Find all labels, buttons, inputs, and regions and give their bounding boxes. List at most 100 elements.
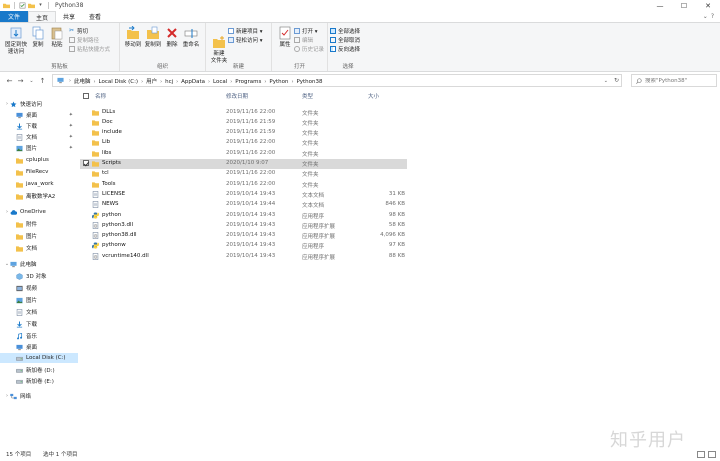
breadcrumb-separator[interactable]: › — [208, 79, 210, 85]
tab-view[interactable]: 查看 — [82, 11, 108, 22]
collapse-ribbon-icon[interactable]: ⌄ — [703, 13, 708, 20]
address-bar[interactable]: › 此电脑 › Local Disk (C:) › 用户 › hcj › AppData › Loc… — [52, 74, 622, 87]
nav-item[interactable]: 新加卷 (D:) — [0, 365, 78, 375]
breadcrumb-separator[interactable]: › — [264, 79, 266, 85]
paste-button[interactable]: 粘贴 — [44, 26, 70, 49]
breadcrumb-item[interactable]: 用户 — [146, 77, 157, 85]
nav-item[interactable]: 图片 — [0, 231, 78, 241]
file-row[interactable]: tcl 2019/11/16 22:00 文件夹 — [80, 169, 407, 179]
nav-item[interactable]: ⌄ 此电脑 — [0, 259, 78, 269]
file-row[interactable]: Doc 2019/11/16 21:59 文件夹 — [80, 117, 407, 127]
address-dropdown-icon[interactable]: ⌄ — [604, 78, 608, 84]
maximize-button[interactable]: ☐ — [672, 0, 696, 11]
tab-share[interactable]: 共享 — [56, 11, 82, 22]
open-button[interactable]: 打开 ▾ — [294, 27, 318, 35]
nav-item[interactable]: › 快速访问 — [0, 99, 78, 109]
breadcrumb-separator[interactable]: › — [94, 79, 96, 85]
nav-item[interactable]: java_work — [0, 179, 78, 189]
nav-item[interactable]: 桌面 ✦ — [0, 110, 78, 120]
edit-button[interactable]: 编辑 — [294, 36, 313, 44]
file-row[interactable]: pythonw 2019/10/14 19:43 应用程序 97 KB — [80, 241, 407, 251]
file-row[interactable]: python 2019/10/14 19:43 应用程序 98 KB — [80, 210, 407, 220]
breadcrumb-item[interactable]: 此电脑 — [74, 77, 91, 85]
nav-item[interactable]: 音乐 — [0, 331, 78, 341]
history-button[interactable]: 历史记录 — [294, 45, 324, 53]
select-none-button[interactable]: 全部取消 — [330, 36, 360, 44]
search-input[interactable] — [645, 77, 715, 84]
minimize-button[interactable]: — — [648, 0, 672, 11]
nav-item[interactable]: 桌面 — [0, 342, 78, 352]
qat-dropdown-icon[interactable]: ▾ — [37, 2, 44, 9]
nav-item[interactable]: 3D 对象 — [0, 271, 78, 281]
file-row[interactable]: Scripts 2020/1/10 9:07 文件夹 — [80, 158, 407, 169]
back-button[interactable]: ← — [4, 74, 15, 87]
nav-item[interactable]: cpluplus — [0, 155, 78, 165]
file-row[interactable]: libs 2019/11/16 22:00 文件夹 — [80, 148, 407, 158]
file-row[interactable]: Lib 2019/11/16 22:00 文件夹 — [80, 138, 407, 148]
nav-item[interactable]: 文档 — [0, 307, 78, 317]
nav-item[interactable]: 附件 — [0, 219, 78, 229]
breadcrumb-item[interactable]: Local Disk (C:) — [99, 79, 139, 85]
forward-button[interactable]: → — [15, 74, 26, 87]
file-row[interactable]: NEWS 2019/10/14 19:44 文本文档 846 KB — [80, 200, 407, 210]
breadcrumb-separator[interactable]: › — [230, 79, 232, 85]
select-all-button[interactable]: 全部选择 — [330, 27, 360, 35]
breadcrumb-item[interactable]: AppData — [181, 79, 205, 85]
recent-locations-button[interactable]: ⌄ — [26, 74, 37, 87]
file-row[interactable]: Tools 2019/11/16 22:00 文件夹 — [80, 179, 407, 189]
file-row[interactable]: python3.dll 2019/10/14 19:43 应用程序扩展 58 KB — [80, 220, 407, 230]
nav-item[interactable]: 文档 ✦ — [0, 132, 78, 142]
breadcrumb-separator[interactable]: › — [176, 79, 178, 85]
select-all-checkbox[interactable] — [83, 92, 89, 99]
nav-item[interactable]: 视频 — [0, 283, 78, 293]
help-icon[interactable]: ? — [711, 13, 714, 20]
file-row[interactable]: python38.dll 2019/10/14 19:43 应用程序扩展 4,096 … — [80, 231, 407, 241]
file-row[interactable]: vcruntime140.dll 2019/10/14 19:43 应用程序扩展 88… — [80, 251, 407, 261]
nav-item[interactable]: FileRecv — [0, 167, 78, 177]
breadcrumb-item[interactable]: hcj — [165, 79, 173, 85]
tab-home[interactable]: 主页 — [28, 11, 57, 22]
rename-button[interactable]: 重命名 — [178, 26, 204, 49]
tab-file[interactable]: 文件 — [0, 11, 29, 22]
breadcrumb-item[interactable]: Local — [213, 79, 227, 85]
invert-selection-button[interactable]: 反向选择 — [330, 45, 360, 53]
new-item-button[interactable]: 新建项目 ▾ — [228, 27, 263, 35]
column-type[interactable]: 类型 — [302, 92, 313, 100]
column-name[interactable]: 名称 — [95, 92, 106, 100]
up-button[interactable]: ↑ — [37, 74, 48, 87]
refresh-icon[interactable]: ↻ — [614, 77, 619, 84]
breadcrumb-separator[interactable]: › — [160, 79, 162, 85]
new-group-label: 新建 — [232, 64, 244, 70]
new-folder-icon[interactable] — [28, 2, 35, 9]
nav-item[interactable]: 下载 — [0, 319, 78, 329]
breadcrumb-separator[interactable]: › — [141, 79, 143, 85]
large-icons-view-icon[interactable] — [708, 450, 716, 458]
nav-item[interactable]: Local Disk (C:) — [0, 353, 78, 363]
properties-icon[interactable] — [19, 2, 26, 9]
close-button[interactable]: ✕ — [696, 0, 720, 11]
breadcrumb-item[interactable]: Programs — [235, 79, 261, 85]
file-row[interactable]: DLLs 2019/11/16 22:00 文件夹 — [80, 107, 407, 117]
nav-item[interactable]: 下载 ✦ — [0, 121, 78, 131]
column-size[interactable]: 大小 — [368, 92, 379, 100]
breadcrumb-item[interactable]: Python — [269, 79, 288, 85]
file-row[interactable]: include 2019/11/16 21:59 文件夹 — [80, 128, 407, 138]
nav-item[interactable]: › OneDrive — [0, 207, 78, 217]
easy-access-button[interactable]: 轻松访问 ▾ — [228, 36, 263, 44]
details-view-icon[interactable] — [697, 450, 705, 458]
row-checkbox[interactable] — [83, 160, 89, 166]
nav-item[interactable]: › 网络 — [0, 391, 78, 401]
nav-item[interactable]: 文档 — [0, 243, 78, 253]
breadcrumb-item[interactable]: Python38 — [296, 79, 322, 85]
paste-shortcut-button[interactable]: 粘贴快捷方式 — [69, 45, 110, 53]
cut-button[interactable]: ✂ 剪切 — [69, 27, 88, 36]
search-box[interactable] — [631, 74, 717, 87]
nav-item[interactable]: 图片 — [0, 295, 78, 305]
column-date[interactable]: 修改日期 — [226, 92, 248, 100]
file-row[interactable]: LICENSE 2019/10/14 19:43 文本文档 31 KB — [80, 189, 407, 199]
nav-item[interactable]: 离散数学A2 — [0, 191, 78, 201]
breadcrumb-separator[interactable]: › — [291, 79, 293, 85]
copy-path-button[interactable]: 复制路径 — [69, 36, 99, 44]
nav-item[interactable]: 新加卷 (E:) — [0, 376, 78, 386]
nav-item[interactable]: 图片 ✦ — [0, 143, 78, 153]
